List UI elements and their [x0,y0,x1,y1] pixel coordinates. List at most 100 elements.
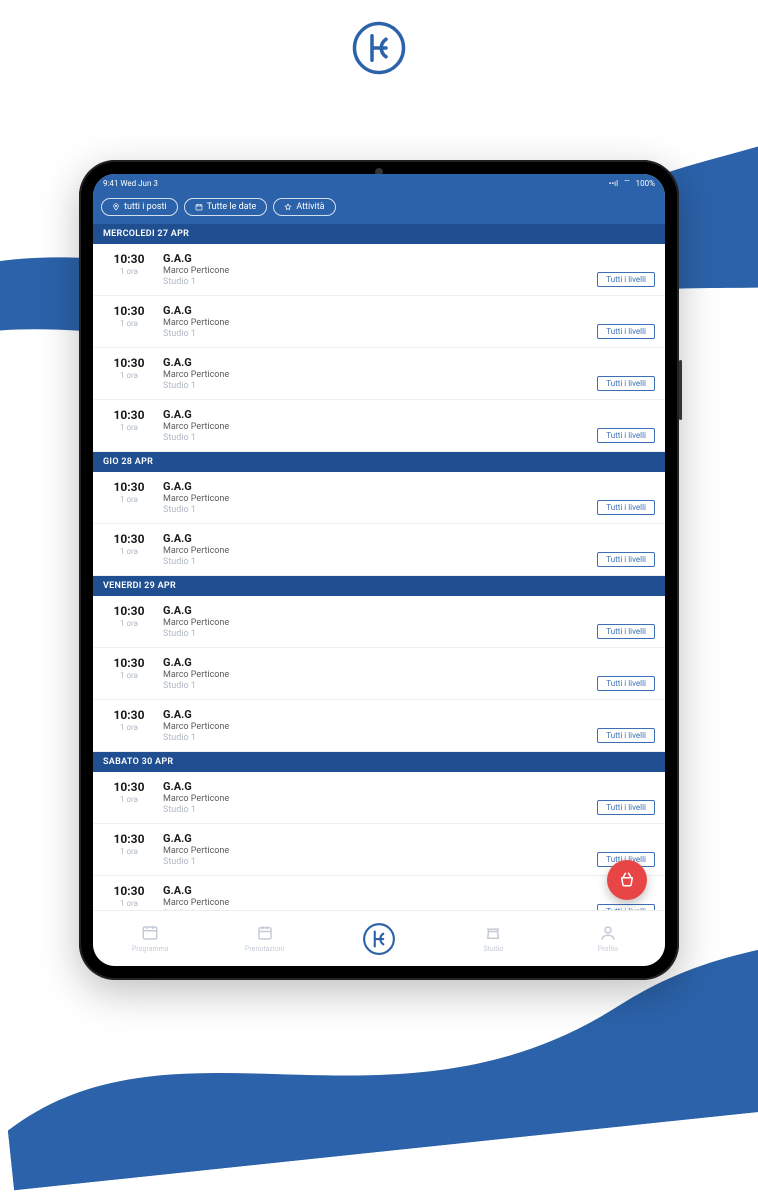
class-instructor: Marco Perticone [163,846,597,856]
filter-bar: tutti i posti Tutte le date Attività [93,192,665,224]
class-info: G.A.GMarco PerticoneStudio 1 [155,604,597,639]
prenotazioni-icon [256,924,274,942]
class-row[interactable]: 10:301 oraG.A.GMarco PerticoneStudio 1Tu… [93,700,665,752]
class-time-start: 10:30 [103,656,155,670]
class-time: 10:301 ora [103,356,155,380]
class-room: Studio 1 [163,805,597,815]
class-instructor: Marco Perticone [163,618,597,628]
level-badge[interactable]: Tutti i livelli [597,500,655,515]
class-instructor: Marco Perticone [163,422,597,432]
tab-home[interactable] [322,911,436,966]
class-row[interactable]: 10:301 oraG.A.GMarco PerticoneStudio 1Tu… [93,824,665,876]
class-title: G.A.G [163,656,597,669]
signal-icon: ••ıl [609,179,618,188]
pin-icon [112,203,120,211]
class-title: G.A.G [163,408,597,421]
basket-icon [618,871,636,889]
level-badge[interactable]: Tutti i livelli [597,728,655,743]
class-duration: 1 ora [103,371,155,380]
class-time: 10:301 ora [103,604,155,628]
level-badge[interactable]: Tutti i livelli [597,324,655,339]
tab-studio[interactable]: Studio [436,911,550,966]
class-duration: 1 ora [103,619,155,628]
class-duration: 1 ora [103,899,155,908]
class-time-start: 10:30 [103,304,155,318]
wifi-icon: ⌔ [623,178,631,188]
class-title: G.A.G [163,532,597,545]
class-instructor: Marco Perticone [163,722,597,732]
class-time-start: 10:30 [103,780,155,794]
status-bar: 9:41 Wed Jun 3 ••ıl ⌔ 100% [93,174,665,192]
cart-fab[interactable] [607,860,647,900]
programma-icon [141,924,159,942]
class-time-start: 10:30 [103,832,155,846]
battery-label: 100% [636,179,655,188]
class-row[interactable]: 10:301 oraG.A.GMarco PerticoneStudio 1Tu… [93,296,665,348]
tab-label: Profilo [598,945,618,953]
level-badge[interactable]: Tutti i livelli [597,428,655,443]
class-room: Studio 1 [163,681,597,691]
calendar-icon [195,203,203,211]
tab-profilo[interactable]: Profilo [551,911,665,966]
tab-prenotazioni[interactable]: Prenotazioni [207,911,321,966]
class-row[interactable]: 10:301 oraG.A.GMarco PerticoneStudio 1Tu… [93,876,665,910]
schedule-list[interactable]: MERCOLEDI 27 APR10:301 oraG.A.GMarco Per… [93,224,665,910]
class-time: 10:301 ora [103,832,155,856]
class-row[interactable]: 10:301 oraG.A.GMarco PerticoneStudio 1Tu… [93,348,665,400]
level-badge[interactable]: Tutti i livelli [597,552,655,567]
filter-chip-star[interactable]: Attività [273,198,335,216]
day-header: GIO 28 APR [93,452,665,472]
class-time-start: 10:30 [103,356,155,370]
class-instructor: Marco Perticone [163,546,597,556]
class-room: Studio 1 [163,381,597,391]
class-duration: 1 ora [103,671,155,680]
class-row[interactable]: 10:301 oraG.A.GMarco PerticoneStudio 1Tu… [93,596,665,648]
class-info: G.A.GMarco PerticoneStudio 1 [155,408,597,443]
class-time-start: 10:30 [103,532,155,546]
filter-chip-label: tutti i posti [124,202,167,212]
class-row[interactable]: 10:301 oraG.A.GMarco PerticoneStudio 1Tu… [93,772,665,824]
level-badge[interactable]: Tutti i livelli [597,376,655,391]
class-row[interactable]: 10:301 oraG.A.GMarco PerticoneStudio 1Tu… [93,648,665,700]
day-header: MERCOLEDI 27 APR [93,224,665,244]
class-time-start: 10:30 [103,604,155,618]
class-time: 10:301 ora [103,532,155,556]
class-title: G.A.G [163,604,597,617]
tab-label: Studio [483,945,503,953]
class-title: G.A.G [163,252,597,265]
class-time: 10:301 ora [103,408,155,432]
class-row[interactable]: 10:301 oraG.A.GMarco PerticoneStudio 1Tu… [93,524,665,576]
level-badge[interactable]: Tutti i livelli [597,624,655,639]
tab-programma[interactable]: Programma [93,911,207,966]
level-badge[interactable]: Tutti i livelli [597,676,655,691]
class-row[interactable]: 10:301 oraG.A.GMarco PerticoneStudio 1Tu… [93,244,665,296]
class-instructor: Marco Perticone [163,494,597,504]
filter-chip-calendar[interactable]: Tutte le date [184,198,268,216]
class-duration: 1 ora [103,319,155,328]
class-row[interactable]: 10:301 oraG.A.GMarco PerticoneStudio 1Tu… [93,400,665,452]
class-title: G.A.G [163,304,597,317]
class-info: G.A.GMarco PerticoneStudio 1 [155,304,597,339]
day-header: SABATO 30 APR [93,752,665,772]
class-time: 10:301 ora [103,304,155,328]
class-row[interactable]: 10:301 oraG.A.GMarco PerticoneStudio 1Tu… [93,472,665,524]
class-title: G.A.G [163,884,597,897]
class-info: G.A.GMarco PerticoneStudio 1 [155,532,597,567]
class-title: G.A.G [163,356,597,369]
class-room: Studio 1 [163,329,597,339]
class-time-start: 10:30 [103,252,155,266]
class-time-start: 10:30 [103,708,155,722]
class-duration: 1 ora [103,723,155,732]
class-info: G.A.GMarco PerticoneStudio 1 [155,708,597,743]
filter-chip-label: Tutte le date [207,202,257,212]
tablet-side-button [679,360,682,420]
class-instructor: Marco Perticone [163,266,597,276]
level-badge[interactable]: Tutti i livelli [597,272,655,287]
filter-chip-pin[interactable]: tutti i posti [101,198,178,216]
class-duration: 1 ora [103,495,155,504]
level-badge[interactable]: Tutti i livelli [597,800,655,815]
day-header: VENERDI 29 APR [93,576,665,596]
class-info: G.A.GMarco PerticoneStudio 1 [155,884,597,910]
class-duration: 1 ora [103,423,155,432]
class-title: G.A.G [163,708,597,721]
